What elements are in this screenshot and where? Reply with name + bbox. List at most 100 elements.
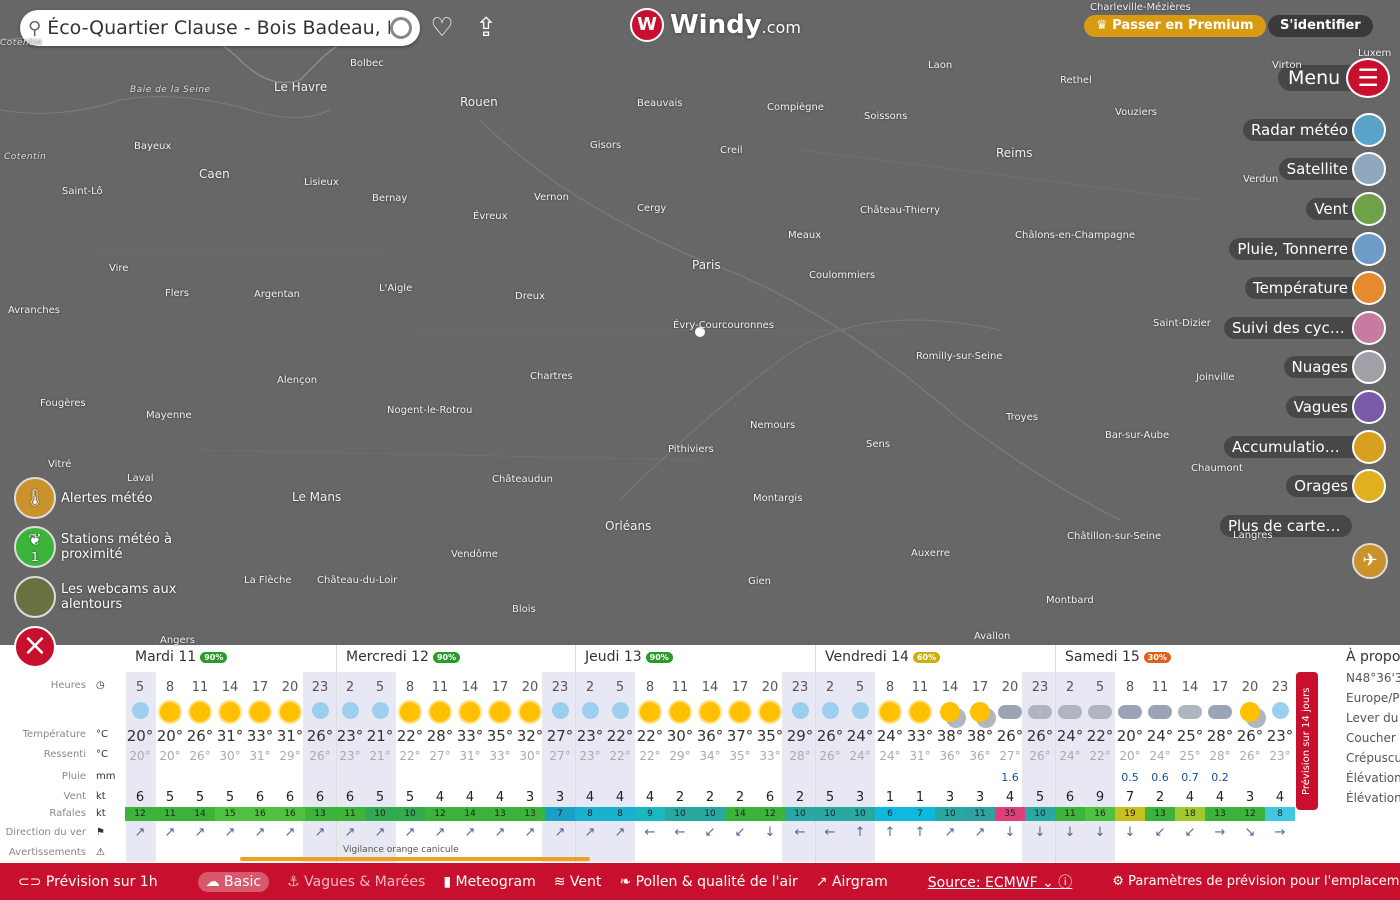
unit-feels[interactable]: °C [96, 749, 108, 760]
close-forecast-button[interactable]: × [14, 626, 56, 668]
hour-cell: 8 [165, 680, 175, 695]
warning-text[interactable]: Vigilance orange canicule [343, 845, 459, 855]
hour-cell: 2 [1065, 680, 1075, 695]
wind-cell: 9 [1095, 790, 1105, 805]
layer-thumbnail-icon [1352, 231, 1386, 266]
feels-cell: 31° [459, 749, 481, 763]
forecast-settings-button[interactable]: ⚙ Paramètres de prévision pour l'emplace… [1112, 874, 1400, 889]
wind-cell: 1 [915, 790, 925, 805]
hour-cell: 2 [345, 680, 355, 695]
share-icon[interactable]: ⇪ [470, 12, 502, 44]
wind-direction-arrow: ↗ [614, 825, 626, 840]
hour-cell: 11 [431, 680, 449, 695]
search-bar[interactable]: ⚲ [20, 10, 420, 46]
day-label: Mercredi 12 [346, 649, 429, 665]
wind-tab[interactable]: ≋ Vent [554, 874, 602, 890]
source-select[interactable]: Source: ECMWF ⌄ ⓘ [928, 872, 1073, 892]
forecast-14-days-button[interactable]: Prévision sur 14 jours [1296, 672, 1318, 810]
meteogram-tab[interactable]: ▮ Meteogram [443, 874, 535, 890]
day-header[interactable]: Mercredi 12 90% [346, 649, 461, 665]
day-header[interactable]: Vendredi 14 60% [825, 649, 941, 665]
wind-direction-arrow: ↙ [1154, 825, 1166, 840]
hour-cell: 17 [731, 680, 749, 695]
map-label: Bar-sur-Aube [1105, 430, 1170, 441]
map-label: Le Mans [292, 490, 342, 504]
map-label: Flers [165, 288, 190, 299]
bottom-bar: ⊂⊃ Prévision sur 1h ☁ Basic ⚓ Vagues & M… [0, 863, 1400, 900]
layer-thumbnail-icon [1352, 271, 1386, 306]
layer-8[interactable]: Accumulation... [1220, 427, 1386, 467]
premium-button[interactable]: ♛ Passer en Premium [1084, 15, 1266, 37]
gust-cell: 12 [125, 807, 155, 821]
basic-tab[interactable]: ☁ Basic [197, 871, 270, 892]
layer-4[interactable]: Température [1220, 268, 1386, 308]
wind-cell: 2 [1155, 790, 1165, 805]
info-line[interactable]: À propo [1346, 649, 1400, 665]
feels-cell: 26° [1029, 749, 1051, 763]
temp-cell: 27° [546, 727, 574, 745]
logo-text: Windy [670, 10, 762, 40]
waves-tab[interactable]: ⚓ Vagues & Marées [287, 874, 425, 890]
map-label: Fougères [40, 398, 86, 409]
temp-cell: 26° [306, 727, 334, 745]
day-header[interactable]: Jeudi 13 90% [585, 649, 673, 665]
layer-3[interactable]: Pluie, Tonnerre [1220, 229, 1386, 269]
login-button[interactable]: S'identifier [1268, 15, 1373, 37]
feels-cell: 35° [729, 749, 751, 763]
gust-cell: 11 [155, 807, 185, 821]
search-icon: ⚲ [28, 17, 42, 39]
hourly-forecast-button[interactable]: ⊂⊃ Prévision sur 1h [18, 874, 158, 890]
moon-icon [785, 702, 815, 719]
gust-cell: 10 [845, 807, 875, 821]
wind-cell: 5 [165, 790, 175, 805]
temp-cell: 36° [696, 727, 724, 745]
layer-9[interactable]: Orages [1220, 466, 1386, 506]
hour-cell: 5 [615, 680, 625, 695]
layer-2[interactable]: Vent [1220, 189, 1386, 229]
unit-gust[interactable]: kt [96, 808, 106, 819]
map-label: Avranches [8, 305, 60, 316]
pollen-tab[interactable]: ❧ Pollen & qualité de l'air [619, 874, 797, 890]
layer-5[interactable]: Suivi des cycl... [1220, 308, 1386, 348]
favorite-icon[interactable]: ♡ [426, 12, 458, 44]
feels-cell: 27° [429, 749, 451, 763]
hour-cell: 20 [1241, 680, 1259, 695]
feels-cell: 31° [909, 749, 931, 763]
unit-rain[interactable]: mm [96, 771, 115, 782]
webcams-button[interactable]: Les webcams aux alentours [14, 576, 204, 618]
moon-icon [365, 702, 395, 719]
unit-wind[interactable]: kt [96, 791, 106, 802]
wind-direction-arrow: ↗ [404, 825, 416, 840]
moon-icon [845, 702, 875, 719]
airport-icon[interactable]: ✈ [1352, 543, 1388, 579]
airgram-tab[interactable]: ↗ Airgram [816, 874, 888, 890]
unit-temp[interactable]: °C [96, 729, 108, 740]
gust-cell: 19 [1115, 807, 1145, 821]
sun-icon [395, 702, 425, 722]
map-label: Vire [109, 263, 129, 274]
temp-cell: 22° [396, 727, 424, 745]
stations-button[interactable]: ❦ 1 Stations météo à proximité [14, 526, 194, 568]
wind-cell: 3 [555, 790, 565, 805]
moon-icon [335, 702, 365, 719]
windy-logo[interactable]: W Windy.com [630, 8, 801, 42]
wind-direction-arrow: ↗ [254, 825, 266, 840]
layer-7[interactable]: Vagues [1220, 387, 1386, 427]
temp-cell: 33° [906, 727, 934, 745]
search-input[interactable] [47, 17, 390, 39]
info-line: Crépuscu [1346, 751, 1400, 765]
layer-6[interactable]: Nuages [1220, 348, 1386, 388]
wind-cell: 4 [645, 790, 655, 805]
feels-cell: 29° [669, 749, 691, 763]
feels-cell: 24° [879, 749, 901, 763]
day-header[interactable]: Mardi 11 90% [135, 649, 228, 665]
wind-cell: 2 [675, 790, 685, 805]
temp-cell: 20° [126, 727, 154, 745]
day-header[interactable]: Samedi 15 30% [1065, 649, 1171, 665]
layer-0[interactable]: Radar météo [1220, 110, 1386, 150]
wind-direction-arrow: ↗ [434, 825, 446, 840]
temp-cell: 22° [636, 727, 664, 745]
locate-icon[interactable] [390, 17, 412, 39]
rain-cell: 0.7 [1181, 771, 1199, 784]
warning-icon: ⚠ [96, 847, 105, 858]
